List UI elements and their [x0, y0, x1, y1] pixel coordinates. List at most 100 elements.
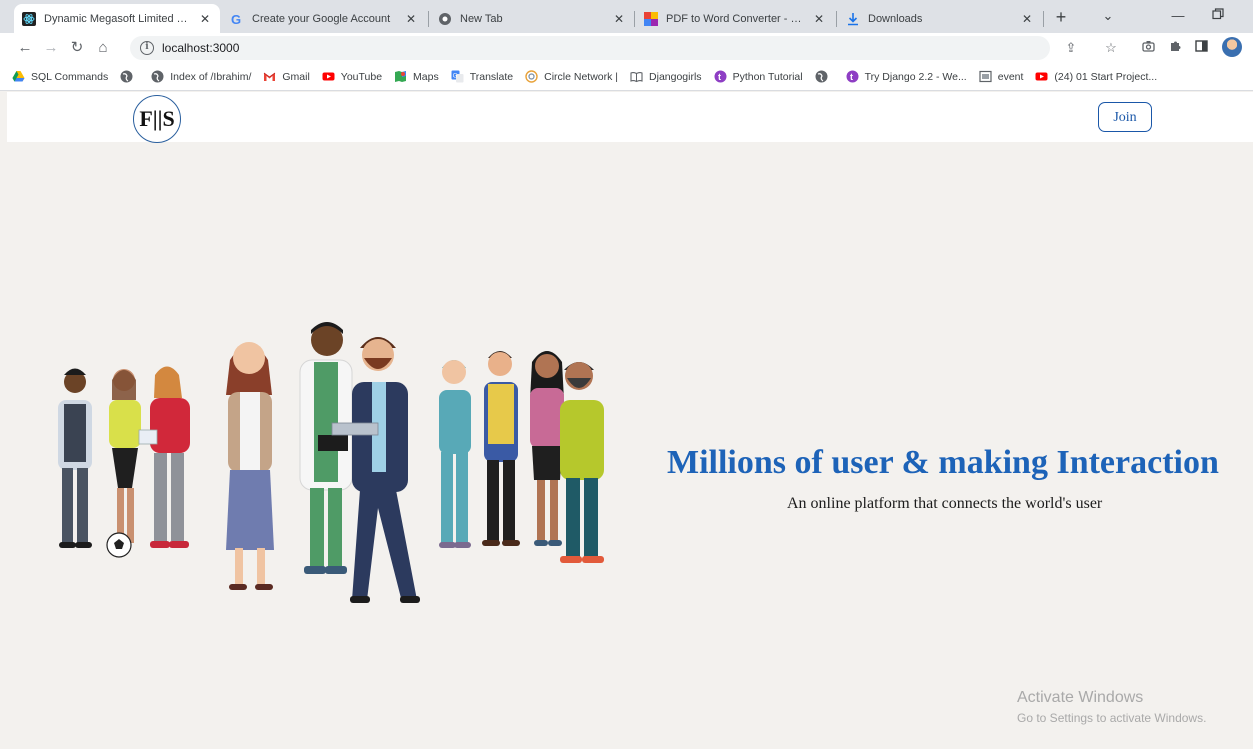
camera-extension-icon[interactable]	[1137, 37, 1159, 59]
bookmark-label: Python Tutorial	[732, 70, 803, 83]
restore-icon[interactable]	[1200, 4, 1236, 28]
person-illustration	[109, 369, 141, 543]
extensions-puzzle-icon[interactable]	[1164, 37, 1186, 59]
bookmark-star-icon[interactable]: ☆	[1100, 37, 1122, 59]
join-button[interactable]: Join	[1098, 102, 1152, 132]
person-illustration	[58, 368, 92, 548]
info-icon[interactable]: i	[140, 41, 154, 55]
people-illustration	[58, 322, 604, 603]
globe-icon	[120, 70, 133, 83]
google-icon: G	[230, 12, 244, 27]
bookmark-item[interactable]: Index of /Ibrahim/	[151, 70, 251, 83]
globe-icon	[815, 70, 828, 83]
hero-subtitle: An online platform that connects the wor…	[787, 495, 1103, 512]
bookmark-item[interactable]: t Python Tutorial	[714, 70, 803, 83]
circle-network-icon	[525, 70, 538, 83]
bookmark-label: Maps	[413, 70, 439, 83]
tab-downloads[interactable]: Downloads ✕	[838, 4, 1042, 33]
python-tutorial-icon: t	[714, 70, 727, 83]
youtube-icon	[322, 70, 335, 83]
bookmark-item[interactable]: Maps	[394, 70, 439, 83]
bookmark-item[interactable]: Djangogirls	[630, 70, 702, 83]
tab-dynamic-megasoft[interactable]: Dynamic Megasoft Limited Tech ✕	[14, 4, 220, 33]
watermark-title: Activate Windows	[1017, 689, 1144, 706]
tab-title: Dynamic Megasoft Limited Tech	[44, 12, 192, 25]
tab-title: New Tab	[460, 12, 503, 25]
bookmark-label: SQL Commands	[31, 70, 109, 83]
home-icon[interactable]: ⌂	[90, 35, 116, 61]
tab-title: PDF to Word Converter - 100%	[666, 12, 806, 25]
tab-title: Downloads	[868, 12, 923, 25]
svg-text:t: t	[850, 72, 853, 82]
soccer-ball-icon	[106, 532, 132, 558]
bookmark-item[interactable]: G Translate	[451, 70, 513, 83]
translate-icon: G	[451, 70, 464, 83]
hero-title: Millions of user & making Interaction	[667, 444, 1219, 481]
close-icon[interactable]: ✕	[812, 12, 826, 26]
person-illustration	[439, 360, 471, 548]
tab-separator	[428, 11, 429, 27]
bookmark-label: Djangogirls	[649, 70, 702, 83]
tab-strip: Dynamic Megasoft Limited Tech ✕ G Create…	[0, 0, 1253, 33]
bookmark-label: Try Django 2.2 - We...	[864, 70, 967, 83]
globe-icon	[151, 70, 164, 83]
bookmark-label: Gmail	[282, 70, 310, 83]
tab-separator	[1043, 11, 1044, 27]
address-url: localhost:3000	[162, 41, 240, 55]
bookmark-item[interactable]: SQL Commands	[12, 70, 108, 83]
tab-title: Create your Google Account	[252, 12, 391, 25]
site-navbar: F||S Join	[7, 92, 1253, 143]
tab-separator	[836, 11, 837, 27]
bookmark-item[interactable]: event	[979, 70, 1024, 83]
reload-icon[interactable]: ↻	[64, 35, 90, 61]
address-bar[interactable]: i localhost:3000	[130, 36, 1050, 60]
bookmark-item[interactable]: YouTube	[322, 70, 382, 83]
bookmark-item[interactable]: (24) 01 Start Project...	[1035, 70, 1157, 83]
person-illustration	[299, 322, 353, 574]
minimize-icon[interactable]: —	[1160, 4, 1196, 28]
bookmark-item[interactable]: t Try Django 2.2 - We...	[846, 70, 967, 83]
tab-search-icon[interactable]: ⌄	[1090, 4, 1126, 28]
bookmark-item[interactable]	[120, 70, 139, 83]
new-tab-button[interactable]: +	[1050, 6, 1072, 28]
share-icon[interactable]: ⇪	[1060, 37, 1082, 59]
close-icon[interactable]: ✕	[1020, 12, 1034, 26]
person-illustration	[560, 362, 604, 563]
close-icon[interactable]: ✕	[198, 12, 212, 26]
back-arrow-icon[interactable]: ←	[12, 35, 38, 61]
tab-pdf-converter[interactable]: PDF to Word Converter - 100% ✕	[636, 4, 834, 33]
python-tutorial-icon: t	[846, 70, 859, 83]
bookmark-item[interactable]: Circle Network |	[525, 70, 618, 83]
person-illustration	[482, 351, 520, 546]
book-icon	[630, 70, 643, 83]
react-icon	[22, 11, 36, 26]
side-panel-icon[interactable]	[1190, 37, 1212, 59]
bookmark-label: Translate	[469, 70, 514, 83]
tab-new-tab[interactable]: New Tab ✕	[430, 4, 634, 33]
bookmark-label: Circle Network |	[544, 70, 619, 83]
tab-separator	[634, 11, 635, 27]
page-viewport: F||S Join Millions of user & making Inte…	[7, 92, 1253, 749]
bookmark-label: event	[997, 70, 1024, 83]
svg-text:G: G	[231, 12, 241, 26]
profile-avatar[interactable]	[1222, 37, 1242, 57]
chrome-icon	[438, 12, 452, 26]
gmail-icon	[263, 70, 276, 83]
drive-icon	[12, 70, 25, 83]
maps-icon	[394, 70, 407, 83]
bookmarks-bar: SQL Commands Index of /Ibrahim/ Gmail Yo…	[0, 63, 1253, 91]
site-logo[interactable]: F||S	[133, 95, 181, 143]
pdf-converter-icon	[644, 11, 658, 26]
tab-google-account[interactable]: G Create your Google Account ✕	[222, 4, 426, 33]
bookmark-item[interactable]	[815, 70, 834, 83]
event-icon	[979, 70, 992, 83]
close-icon[interactable]: ✕	[612, 12, 626, 26]
close-icon[interactable]: ✕	[404, 12, 418, 26]
person-illustration	[530, 351, 564, 546]
bookmark-item[interactable]: Gmail	[263, 70, 310, 83]
forward-arrow-icon[interactable]: →	[38, 35, 64, 61]
watermark-subtitle: Go to Settings to activate Windows.	[1017, 711, 1207, 725]
svg-text:t: t	[718, 72, 721, 82]
youtube-icon	[1035, 70, 1048, 83]
bookmark-label: Index of /Ibrahim/	[170, 70, 252, 83]
